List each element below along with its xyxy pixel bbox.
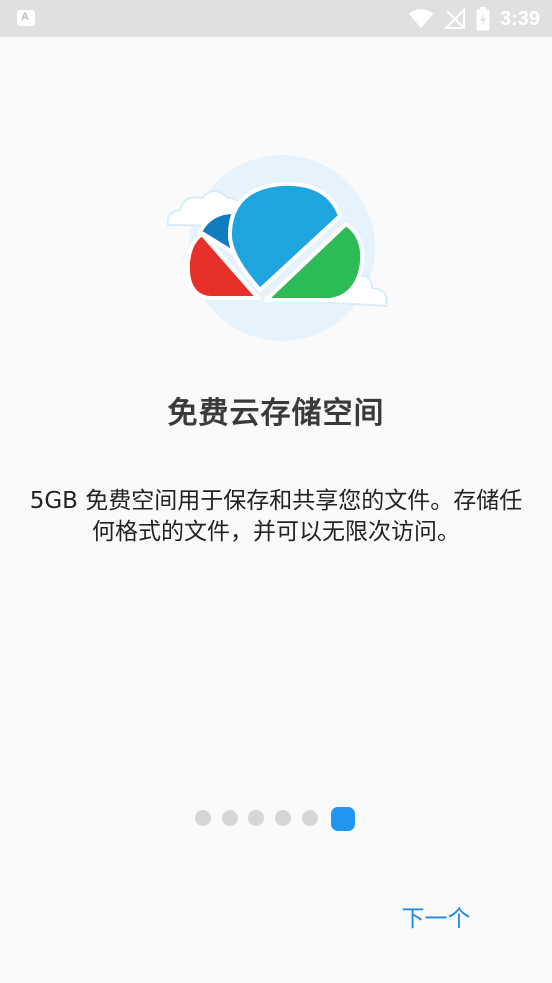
page-dot-3 [248,810,264,826]
notification-app-icon-label: A [21,11,29,23]
no-signal-icon [443,8,465,29]
page-dot-4 [275,810,291,826]
page-dot-5 [302,810,318,826]
battery-charging-icon [476,7,490,31]
page-title: 免费云存储空间 [167,396,385,431]
page-indicator [0,807,552,833]
page-description: 5GB 免费空间用于保存和共享您的文件。存储任何格式的文件，并可以无限次访问。 [29,488,523,545]
wifi-icon [408,9,434,28]
status-time: 3:39 [499,7,540,30]
cloud-storage-icon [166,155,388,341]
status-bar: A 3:39 [0,0,552,37]
page-dot-2 [222,810,238,826]
next-button[interactable]: 下一个 [392,896,480,936]
status-icons: 3:39 [408,6,540,32]
page-dot-1 [195,810,211,826]
notification-app-icon: A [17,10,35,26]
page-dot-6-active [331,807,355,831]
